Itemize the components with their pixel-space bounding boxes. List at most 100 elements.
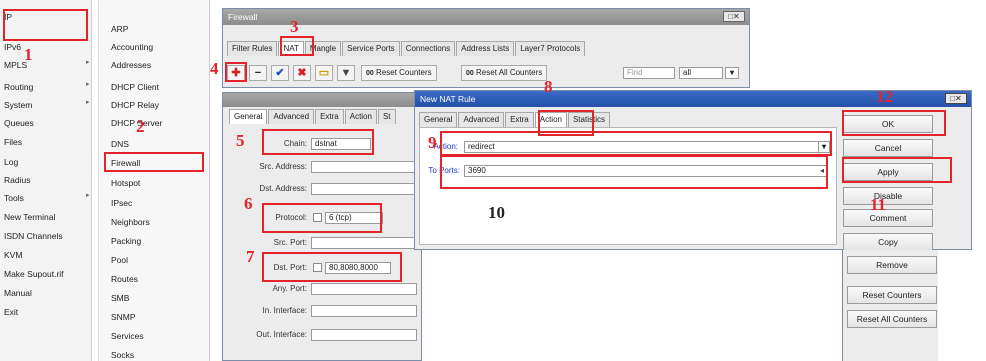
firewall-title: Firewall	[228, 12, 258, 22]
tab-statistics[interactable]: St	[377, 109, 396, 124]
comment-icon[interactable]: ▭	[315, 65, 333, 81]
cancel-button[interactable]: Cancel	[843, 139, 933, 157]
tab-service-ports[interactable]: Service Ports	[342, 41, 400, 56]
tab-advanced[interactable]: Advanced	[268, 109, 315, 124]
step-2-label: 2	[136, 117, 145, 136]
highlight-add	[225, 62, 247, 82]
submenu-item-services[interactable]: Services	[111, 329, 144, 344]
nat-rule-titlebar	[223, 93, 421, 107]
reset-all-counters-side-button[interactable]: Reset All Counters	[847, 310, 937, 328]
tab-action[interactable]: Action	[344, 109, 377, 124]
src-address-field[interactable]	[311, 161, 417, 173]
menu-item-queues[interactable]: Queues	[4, 116, 34, 131]
step-7-label: 7	[246, 247, 255, 266]
step-5-label: 5	[236, 131, 245, 150]
menu-item-ipv6[interactable]: IPv6	[4, 40, 21, 55]
submenu-item-addresses[interactable]: Addresses	[111, 58, 151, 73]
highlight-protocol	[262, 203, 382, 233]
submenu-item-ipsec[interactable]: IPsec	[111, 196, 132, 211]
tab-general[interactable]: General	[419, 112, 458, 127]
tab-address-lists[interactable]: Address Lists	[456, 41, 515, 56]
step-1-label: 1	[24, 45, 33, 64]
tab-filter-rules[interactable]: Filter Rules	[227, 41, 278, 56]
highlight-dst-port	[262, 252, 402, 282]
find-input[interactable]: Find	[623, 67, 675, 79]
menu-item-isdn-channels[interactable]: ISDN Channels	[4, 229, 63, 244]
out-interface-label: Out. Interface:	[256, 330, 307, 339]
step-6-label: 6	[244, 194, 253, 213]
reset-counters-button[interactable]: 00 Reset Counters	[361, 65, 437, 81]
menu-item-log[interactable]: Log	[4, 155, 18, 170]
highlight-ok	[842, 110, 946, 136]
any-port-label: Any. Port:	[272, 284, 307, 293]
submenu-item-packing[interactable]: Packing	[111, 234, 141, 249]
submenu-item-dhcp-relay[interactable]: DHCP Relay	[111, 98, 159, 113]
out-interface-field[interactable]	[311, 329, 417, 341]
submenu-item-accounting[interactable]: Accounting	[111, 40, 153, 55]
src-address-label: Src. Address:	[259, 162, 307, 171]
menu-item-kvm[interactable]: KVM	[4, 248, 22, 263]
remove-icon[interactable]: −	[249, 65, 267, 81]
remove-button[interactable]: Remove	[847, 256, 937, 274]
step-11-label: 11	[870, 195, 887, 214]
menu-item-manual[interactable]: Manual	[4, 286, 32, 301]
dropdown-arrow-icon[interactable]: ▾	[725, 67, 739, 79]
menu-item-system[interactable]: System	[4, 98, 32, 113]
tab-layer7-protocols[interactable]: Layer7 Protocols	[515, 41, 586, 56]
menu-item-exit[interactable]: Exit	[4, 305, 18, 320]
menu-item-tools[interactable]: Tools	[4, 191, 24, 206]
filter-select[interactable]: all	[679, 67, 723, 79]
src-port-field[interactable]	[311, 237, 417, 249]
menu-item-routing[interactable]: Routing	[4, 80, 33, 95]
reset-counters-label: Reset Counters	[376, 68, 432, 77]
tab-extra[interactable]: Extra	[505, 112, 534, 127]
submenu-item-neighbors[interactable]: Neighbors	[111, 215, 150, 230]
submenu-item-snmp[interactable]: SNMP	[111, 310, 136, 325]
highlight-action	[440, 131, 832, 156]
reset-all-counters-button[interactable]: 00 Reset All Counters	[461, 65, 548, 81]
submenu-arrow-icon: ▸	[86, 192, 90, 199]
copy-button[interactable]: Copy	[843, 233, 933, 251]
highlight-nat-tab	[280, 36, 314, 56]
enable-icon[interactable]: ✔	[271, 65, 289, 81]
submenu-item-socks[interactable]: Socks	[111, 348, 134, 361]
submenu-item-arp[interactable]: ARP	[111, 22, 128, 37]
highlight-firewall	[104, 152, 204, 172]
reset-counters-side-button[interactable]: Reset Counters	[847, 286, 937, 304]
highlight-to-ports	[440, 155, 828, 189]
nat-rule-tabs: General Advanced Extra Action St	[229, 109, 397, 124]
submenu-item-hotspot[interactable]: Hotspot	[111, 176, 140, 191]
highlight-apply	[842, 157, 952, 183]
in-interface-field[interactable]	[311, 305, 417, 317]
disable-icon[interactable]: ✖	[293, 65, 311, 81]
menu-item-new-terminal[interactable]: New Terminal	[4, 210, 55, 225]
submenu-arrow-icon: ▸	[86, 81, 90, 88]
step-4-label: 4	[210, 59, 219, 78]
comment-button[interactable]: Comment	[843, 209, 933, 227]
submenu-item-routes[interactable]: Routes	[111, 272, 138, 287]
tab-extra[interactable]: Extra	[315, 109, 344, 124]
filter-icon[interactable]: ▼	[337, 65, 355, 81]
menu-item-radius[interactable]: Radius	[4, 173, 30, 188]
submenu-item-smb[interactable]: SMB	[111, 291, 129, 306]
step-9-label: 9	[428, 133, 437, 152]
window-controls-icon[interactable]: □✕	[945, 93, 967, 104]
menu-item-make-supout[interactable]: Make Supout.rif	[4, 267, 64, 282]
highlight-ip	[3, 9, 88, 41]
menu-item-files[interactable]: Files	[4, 135, 22, 150]
submenu-item-dns[interactable]: DNS	[111, 137, 129, 152]
dst-address-field[interactable]	[311, 183, 417, 195]
submenu-item-dhcp-client[interactable]: DHCP Client	[111, 80, 159, 95]
tab-advanced[interactable]: Advanced	[458, 112, 505, 127]
reset-all-counters-label: Reset All Counters	[476, 68, 543, 77]
new-nat-rule-title: New NAT Rule	[420, 94, 476, 104]
submenu-item-pool[interactable]: Pool	[111, 253, 128, 268]
window-controls-icon[interactable]: □✕	[723, 11, 745, 22]
step-10-label: 10	[488, 203, 505, 222]
disable-button[interactable]: Disable	[843, 187, 933, 205]
step-8-label: 8	[544, 77, 553, 96]
any-port-field[interactable]	[311, 283, 417, 295]
tab-connections[interactable]: Connections	[400, 41, 456, 56]
tab-general[interactable]: General	[229, 109, 268, 124]
ip-submenu: ARP Accounting Addresses DHCP Client DHC…	[98, 0, 210, 361]
